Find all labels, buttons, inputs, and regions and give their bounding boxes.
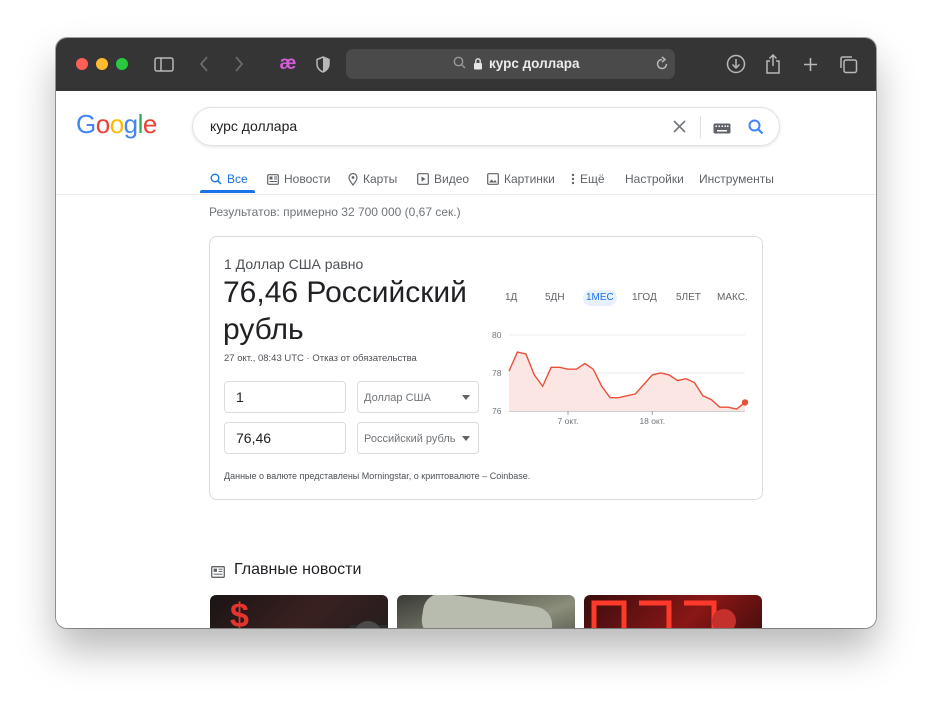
search-icon (453, 56, 466, 74)
downloads-icon[interactable] (725, 53, 747, 75)
range-1y-button[interactable]: 1ГОД (632, 290, 657, 306)
chart-y-tick-label: 76 (492, 406, 502, 416)
tab-all-label: Все (227, 172, 248, 186)
privacy-shield-icon[interactable] (314, 53, 332, 75)
tab-tools-label: Инструменты (699, 172, 774, 186)
chart-current-point (741, 399, 749, 406)
close-window-button[interactable] (76, 58, 88, 70)
range-max-button[interactable]: МАКС. (717, 290, 748, 306)
share-icon[interactable] (763, 53, 783, 75)
tab-settings-label: Настройки (625, 172, 684, 186)
svg-text:$: $ (230, 597, 249, 628)
minimize-window-button[interactable] (96, 58, 108, 70)
logo-letter: g (123, 109, 138, 139)
tab-all[interactable]: Все (210, 167, 248, 191)
map-pin-icon (348, 172, 358, 186)
top-news-heading: Главные новости (234, 561, 362, 578)
to-currency-value: Российский рубль (364, 433, 456, 445)
currency-converter-card: 1 Доллар США равно 76,46 Российский рубл… (209, 236, 763, 500)
news-thumbnail-rate-display[interactable] (584, 595, 762, 628)
tab-overview-icon[interactable] (837, 53, 859, 75)
chart-y-tick-label: 80 (492, 330, 502, 340)
reload-icon[interactable] (655, 56, 669, 76)
dropdown-arrow-icon (462, 395, 470, 400)
logo-letter: o (95, 109, 110, 139)
search-box[interactable]: курс доллара (192, 107, 780, 146)
browser-window: æ курс доллара Google курс доллара Все Н… (56, 38, 876, 628)
tab-tools[interactable]: Инструменты (699, 167, 774, 191)
newspaper-icon (211, 565, 225, 583)
to-currency-select[interactable]: Российский рубль (357, 422, 479, 454)
newspaper-icon (267, 173, 279, 185)
search-submit-icon[interactable] (748, 119, 764, 140)
address-text: курс доллара (489, 56, 580, 71)
lock-icon (473, 57, 483, 75)
sidebar-toggle-icon[interactable] (153, 53, 175, 75)
range-1d-button[interactable]: 1Д (505, 290, 517, 306)
image-icon (487, 173, 499, 185)
tab-video[interactable]: Видео (417, 167, 469, 191)
data-source-disclaimer: Данные о валюте представлены Morningstar… (224, 471, 531, 481)
extension-ae-icon[interactable]: æ (277, 53, 299, 75)
chart-x-tick-label: 7 окт. (558, 416, 579, 426)
tab-maps-label: Карты (363, 172, 398, 186)
tab-images[interactable]: Картинки (487, 167, 555, 191)
from-amount-value: 1 (236, 389, 244, 405)
google-logo[interactable]: Google (76, 109, 157, 140)
logo-letter: G (76, 109, 96, 139)
from-amount-input[interactable]: 1 (224, 381, 346, 413)
conversion-result: 76,46 Российский рубль (223, 276, 467, 346)
google-results-page: Google курс доллара Все Новости Карты Ви… (56, 91, 876, 628)
search-divider (700, 116, 701, 138)
news-thumbnail-exchange-board[interactable]: $ 70.3 (210, 595, 388, 628)
chart-y-tick-label: 78 (492, 368, 502, 378)
range-5y-button[interactable]: 5ЛЕТ (676, 290, 701, 306)
forward-icon[interactable] (232, 53, 246, 75)
news-thumbnail-banknotes[interactable] (397, 595, 575, 628)
rate-timestamp: 27 окт., 08:43 UTC · Отказ от обязательс… (224, 353, 417, 364)
logo-letter: e (142, 109, 157, 139)
keyboard-icon[interactable] (713, 121, 731, 139)
tab-news-label: Новости (284, 172, 331, 186)
video-icon (417, 173, 429, 185)
tabs-divider (56, 194, 876, 195)
dropdown-arrow-icon (462, 436, 470, 441)
from-currency-value: Доллар США (364, 392, 431, 404)
to-amount-input[interactable]: 76,46 (224, 422, 346, 454)
search-icon (210, 173, 222, 185)
chart-x-tick-label: 18 окт. (639, 416, 665, 426)
zoom-window-button[interactable] (116, 58, 128, 70)
clear-search-icon[interactable] (673, 120, 686, 138)
to-amount-value: 76,46 (236, 430, 272, 446)
tab-video-label: Видео (434, 172, 470, 186)
range-1m-button[interactable]: 1МЕС (583, 290, 617, 306)
browser-toolbar: æ курс доллара (56, 38, 876, 92)
tab-settings[interactable]: Настройки (625, 167, 684, 191)
tab-images-label: Картинки (504, 172, 555, 186)
more-vert-icon (571, 173, 575, 185)
address-bar[interactable]: курс доллара (346, 49, 675, 79)
results-stats: Результатов: примерно 32 700 000 (0,67 с… (209, 205, 461, 219)
active-tab-indicator (200, 190, 255, 193)
back-icon[interactable] (197, 53, 211, 75)
tab-more[interactable]: Ещё (571, 167, 605, 191)
tab-more-label: Ещё (580, 172, 605, 186)
tab-maps[interactable]: Карты (348, 167, 397, 191)
tab-news[interactable]: Новости (267, 167, 330, 191)
equals-label: 1 Доллар США равно (224, 256, 364, 272)
range-5d-button[interactable]: 5ДН (545, 290, 565, 306)
new-tab-icon[interactable] (801, 53, 819, 75)
logo-letter: o (109, 109, 124, 139)
from-currency-select[interactable]: Доллар США (357, 381, 479, 413)
exchange-rate-chart[interactable]: 80 78 76 7 окт. 18 окт. (487, 325, 752, 430)
search-input[interactable]: курс доллара (210, 118, 297, 134)
